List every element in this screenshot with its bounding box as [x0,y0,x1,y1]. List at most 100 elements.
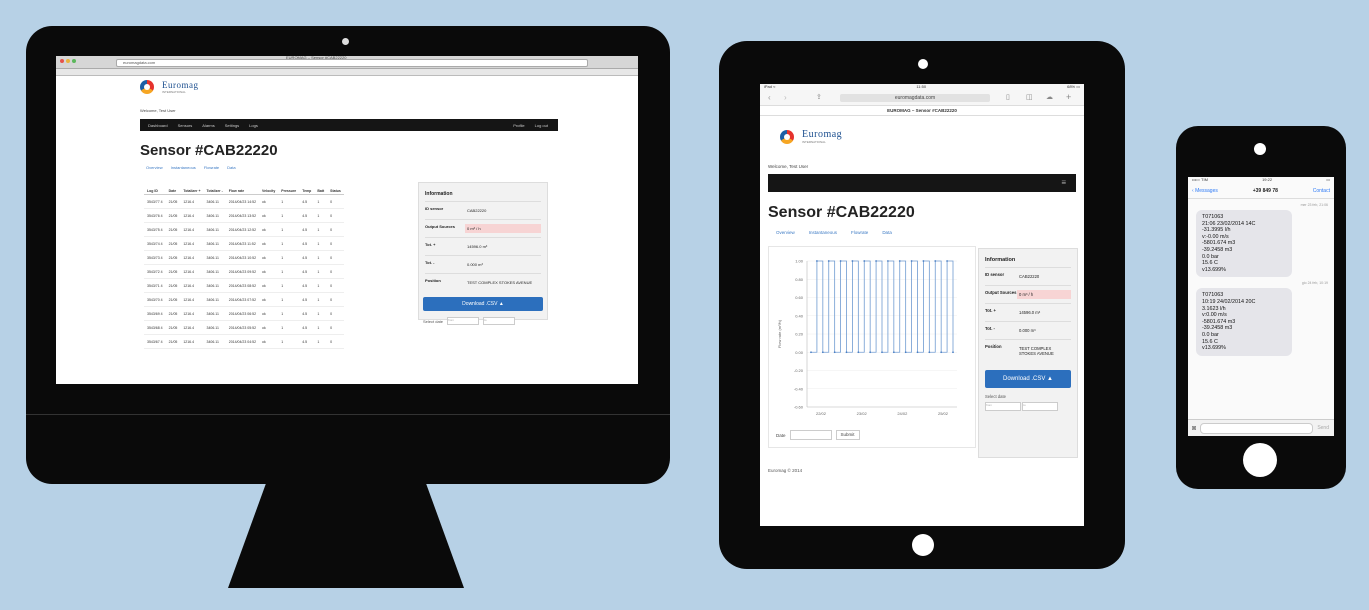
menu-toggle-icon[interactable]: ≡ [1061,178,1066,187]
phone-home-button[interactable] [1243,443,1277,477]
contact-button[interactable]: Contact [1313,188,1330,194]
tablet-select-date-label: Select date [985,394,1006,399]
nav-sensors[interactable]: Sensors [178,123,193,128]
send-button[interactable]: Send [1317,425,1329,431]
tablet-date-to-input[interactable]: to [1022,402,1059,411]
tablet-logo-icon [780,130,798,144]
close-icon[interactable] [60,59,64,63]
table-cell: 4.5 [299,278,315,293]
table-cell: 21/05 [165,292,181,307]
table-cell: 3543/76 4 [144,208,166,223]
table-cell: 2014/04/23 09:52 [225,264,260,279]
tablet-navbar: ≡ [768,174,1076,192]
table-cell: 1216.4 [180,320,204,335]
tablet-address-bar[interactable]: euromagdata.com [840,94,990,102]
tablet-brand-tagline: INTERNATIONAL [802,140,826,144]
monitor-camera [342,38,349,45]
tablet-battery: 68% ▭ [1067,84,1080,89]
info-value: 0.000 m³ [1019,328,1036,333]
euromag-logo[interactable]: Euromag INTERNATIONAL [140,80,199,94]
nav-alarms[interactable]: Alarms [202,123,214,128]
table-row: 3543/70 4 21/05 1216.4 3406.11 2014/04/23 07… [144,292,344,307]
info-key: Tot. + [985,308,996,313]
sensor-tabs: Overview Instantaneous Flowrate Data [146,165,236,170]
cloud-tabs-icon[interactable]: ☁ [1046,93,1053,101]
date-from-input[interactable]: from [447,317,480,325]
tablet-download-csv-button[interactable]: Download .CSV ▲ [985,370,1071,388]
flowrate-chart-panel: 1.00 0.80 0.60 0.40 0.20 0.00 -0.20 -0.40 -0.60 F… [768,246,976,448]
tablet-euromag-logo[interactable]: Euromag INTERNATIONAL [780,130,842,144]
table-cell: 1216.4 [180,194,204,209]
reading-list-icon[interactable]: ◫ [1026,93,1033,101]
table-cell: 0 [327,250,344,265]
new-tab-icon[interactable]: + [1066,92,1071,102]
download-csv-button[interactable]: Download .CSV ▲ [423,297,543,311]
table-cell: ok [259,278,279,293]
message-bubble[interactable]: T071063 21:06 23/02/2014 14C -31.3995 l/… [1196,210,1292,278]
flowrate-point [881,351,883,354]
nav-logout[interactable]: Log out [535,123,548,128]
nav-profile[interactable]: Profile [513,123,524,128]
info-title: Information [425,191,453,197]
table-cell: 4.5 [299,236,315,251]
tab-flowrate[interactable]: Flowrate [204,165,219,170]
tablet-date-input[interactable] [789,430,832,440]
table-cell: 4.5 [299,306,315,321]
flowrate-point [839,260,842,262]
tablet-tabs: Overview Instantaneous Flowrate Data [776,230,892,235]
table-cell: 3543/70 4 [144,292,166,307]
date-to-input[interactable]: to [483,317,516,325]
forward-icon[interactable]: › [784,93,787,102]
messages-back-button[interactable]: ‹ Messages [1192,188,1218,194]
nav-settings[interactable]: Settings [225,123,239,128]
message-bubble[interactable]: T071063 10:19 24/02/2014 20C 3.1623 l/h … [1196,288,1292,356]
flowrate-point [892,351,895,354]
tab-overview[interactable]: Overview [146,165,163,170]
minimize-icon[interactable] [66,59,70,63]
welcome-text: Welcome, Test User [140,108,176,113]
tablet-screen: iPad ≈ 11:50 68% ▭ ‹ › ⇪ euromagdata.com… [760,84,1084,526]
tablet-tab-overview[interactable]: Overview [776,230,795,235]
tablet-tab-flowrate[interactable]: Flowrate [851,230,868,235]
y-axis-label: Flow rate (m³/h) [777,319,782,348]
table-cell: ok [259,194,279,209]
information-panel: Information ID sensor CAB22220 Output Sour… [418,182,548,325]
flowrate-point [952,351,954,354]
info-key: Tot. + [425,242,436,247]
compose-bar: ◙ Send [1188,419,1334,436]
y-tick-label: -0.40 [794,386,804,391]
tablet-home-button[interactable] [912,534,934,556]
select-date-label: Select date [423,318,444,324]
tablet-date-from-input[interactable]: from [985,402,1021,411]
tablet-tab-data[interactable]: Data [882,230,892,235]
share-icon[interactable]: ⇪ [816,93,822,101]
tablet-info-title: Information [985,257,1016,263]
submit-button[interactable]: Submit [835,430,860,440]
table-cell: 21/05 [165,264,181,279]
table-cell: 3406.11 [203,222,226,237]
message-input[interactable] [1200,422,1314,434]
page-title: Sensor #CAB22220 [140,142,278,159]
phone-screen: ••••○ TIM 19:22 ▭ ‹ Messages +39 849 78 … [1188,177,1334,436]
tablet-tab-instantaneous[interactable]: Instantaneous [809,230,837,235]
nav-logs[interactable]: Logs [249,123,258,128]
tablet-welcome: Welcome, Test User [768,164,809,169]
info-row: Tot. - 0.000 m³ [985,321,1071,339]
table-cell: 1 [278,334,300,349]
table-cell: 1 [314,292,328,307]
maximize-icon[interactable] [72,59,76,63]
bookmarks-icon[interactable]: ▯ [1006,93,1010,101]
x-tick-label: 22/02 [816,411,827,416]
tab-data[interactable]: Data [227,165,235,170]
tablet-camera [918,59,928,69]
camera-icon[interactable]: ◙ [1192,425,1196,432]
address-bar[interactable]: euromagdata.com [116,59,588,67]
table-cell: 21/05 [165,334,181,349]
tab-instantaneous[interactable]: Instantaneous [171,165,196,170]
nav-dashboard[interactable]: Dashboard [148,123,168,128]
back-icon[interactable]: ‹ [768,93,771,102]
info-key: ID sensor [985,272,1005,277]
table-cell: 3543/71 4 [144,278,166,293]
table-row: 3543/68 4 21/05 1216.4 3406.11 2014/04/23 05… [144,320,344,335]
date-select: Select date from to [423,317,543,325]
